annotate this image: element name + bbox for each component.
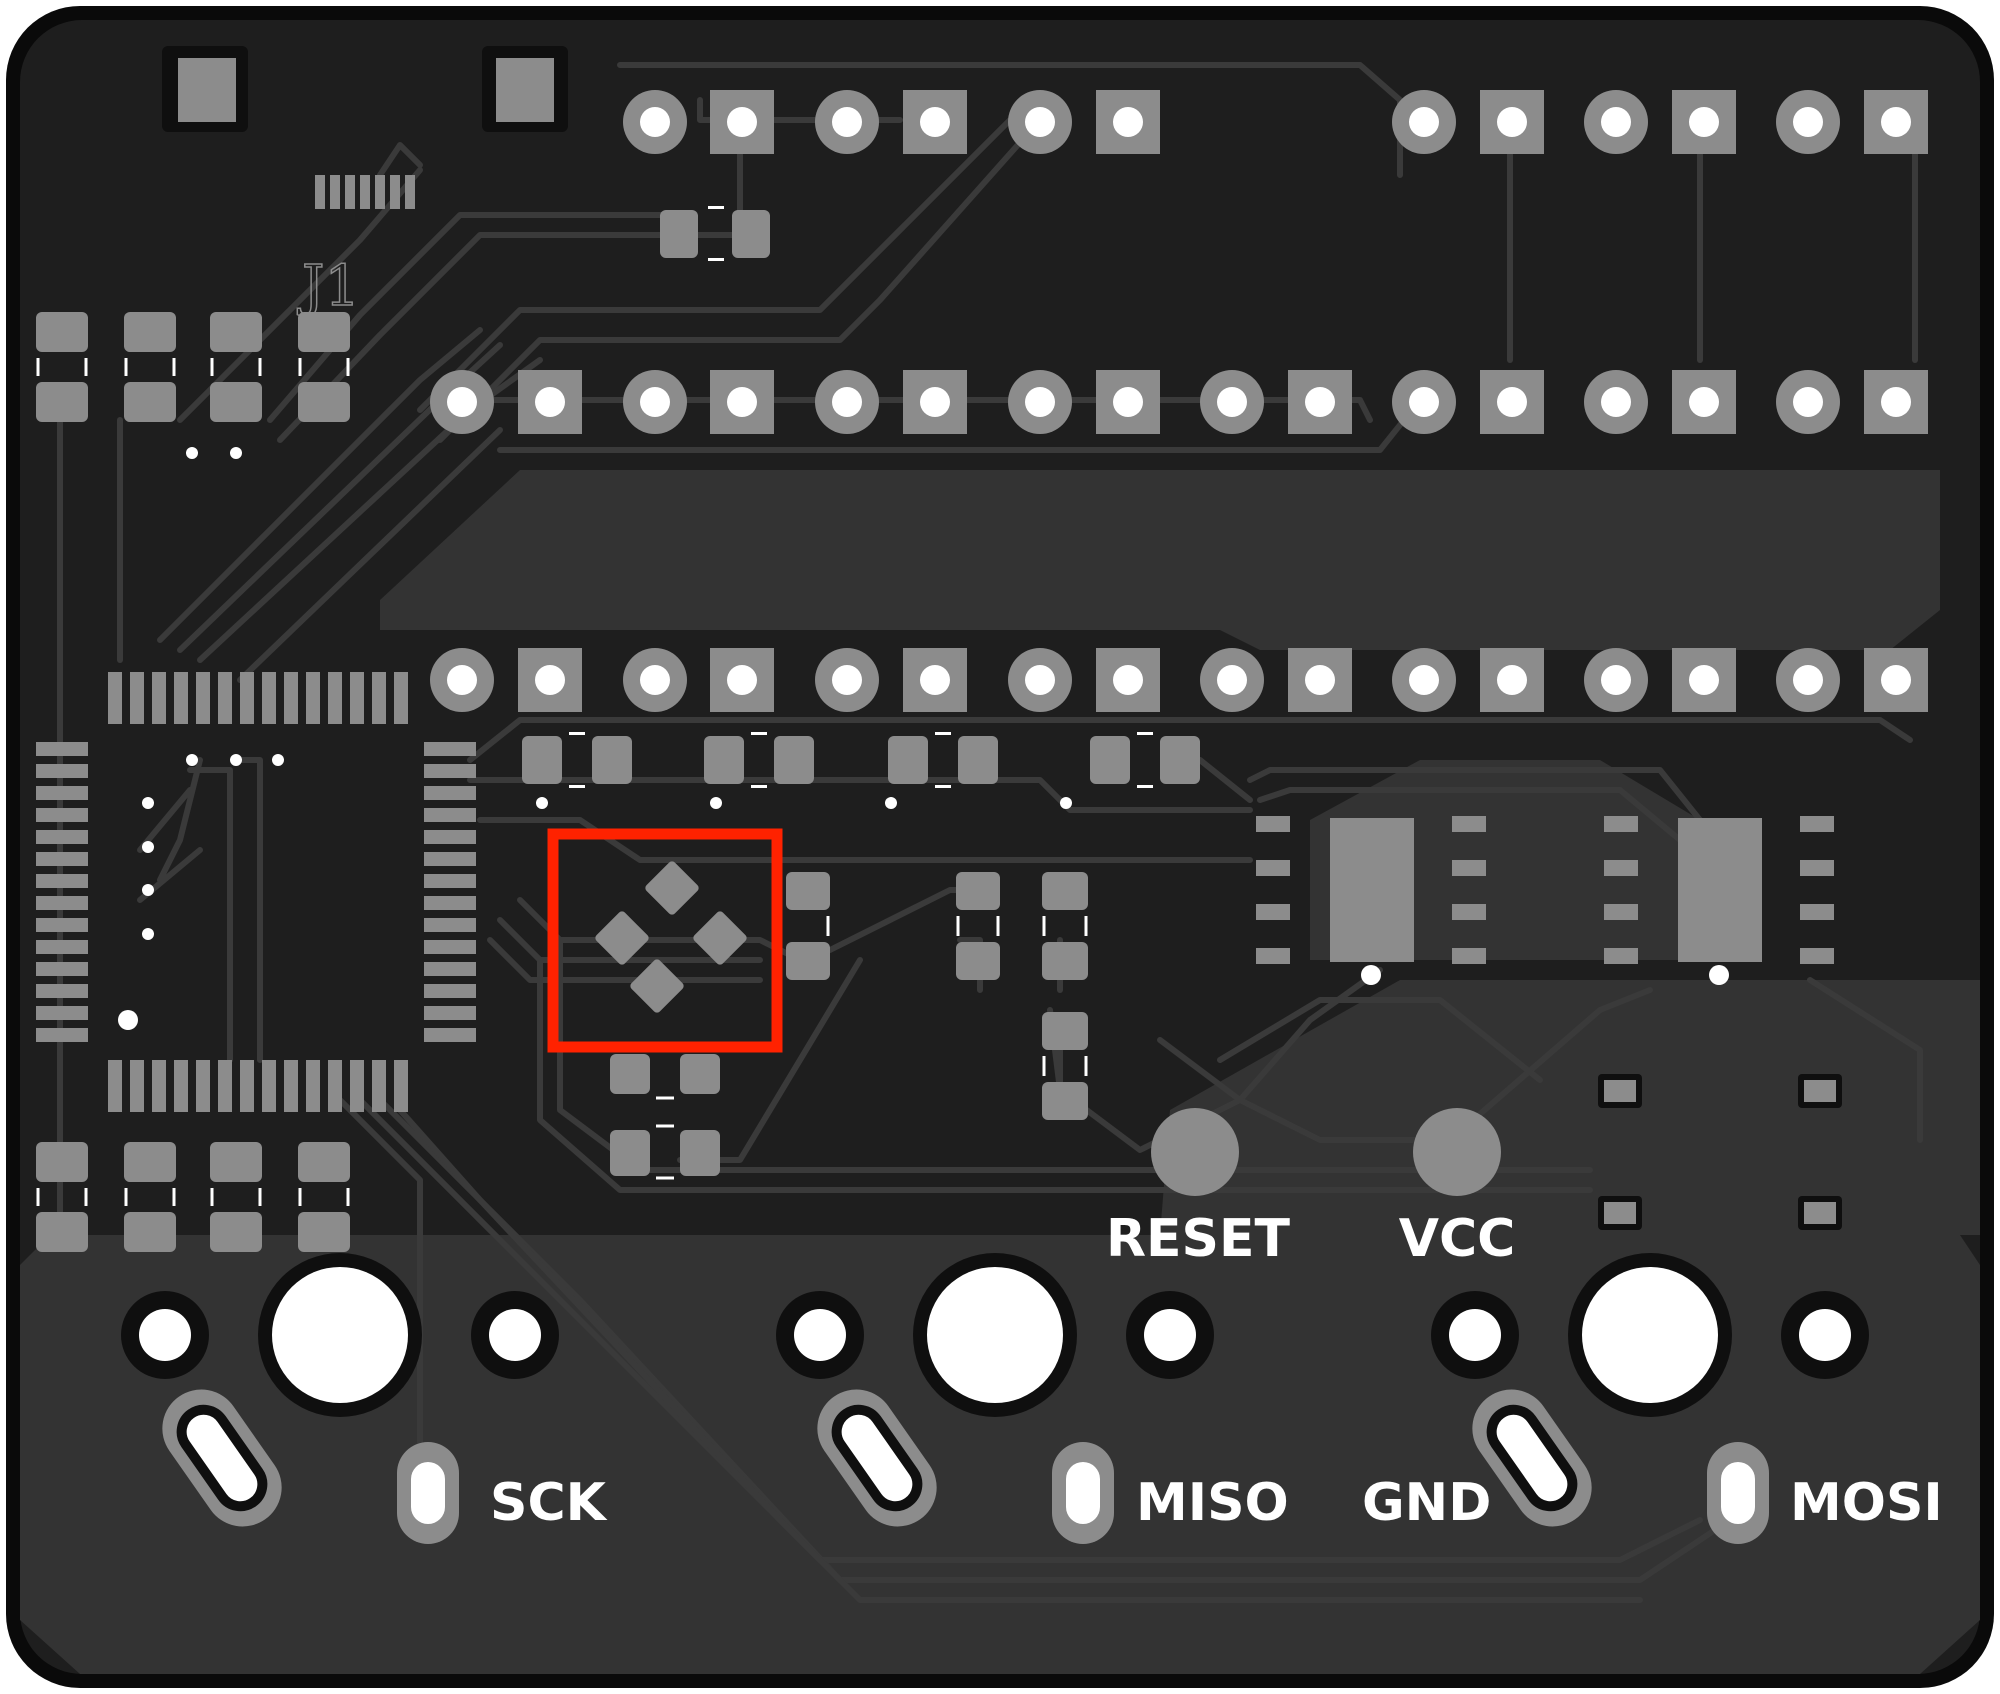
- j1-reference: J1: [297, 254, 360, 319]
- label-reset: RESET: [1106, 1209, 1291, 1269]
- label-miso: MISO: [1136, 1473, 1289, 1533]
- label-gnd: GND: [1362, 1473, 1491, 1533]
- label-mosi: MOSI: [1790, 1473, 1943, 1533]
- label-sck: SCK: [490, 1473, 608, 1533]
- pcb-board-diagram: J1 RESET VCC SCK MISO GND MOSI: [6, 6, 1994, 1688]
- label-vcc: VCC: [1399, 1209, 1516, 1269]
